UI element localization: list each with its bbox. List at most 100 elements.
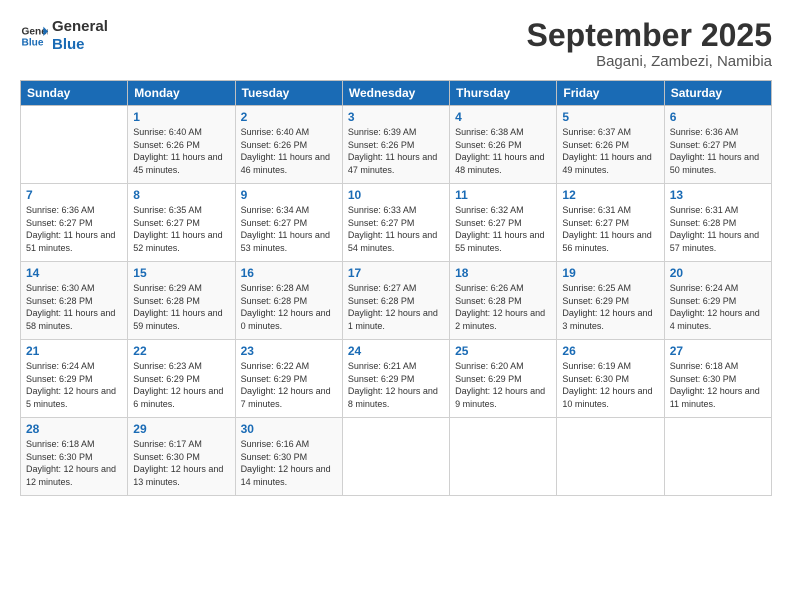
calendar-cell	[21, 106, 128, 184]
day-info: Sunrise: 6:38 AMSunset: 6:26 PMDaylight:…	[455, 126, 551, 176]
day-info: Sunrise: 6:26 AMSunset: 6:28 PMDaylight:…	[455, 282, 551, 332]
day-info: Sunrise: 6:33 AMSunset: 6:27 PMDaylight:…	[348, 204, 444, 254]
day-info: Sunrise: 6:31 AMSunset: 6:27 PMDaylight:…	[562, 204, 658, 254]
calendar-cell: 26 Sunrise: 6:19 AMSunset: 6:30 PMDayligh…	[557, 340, 664, 418]
day-info: Sunrise: 6:40 AMSunset: 6:26 PMDaylight:…	[133, 126, 229, 176]
day-info: Sunrise: 6:22 AMSunset: 6:29 PMDaylight:…	[241, 360, 337, 410]
calendar-cell: 13 Sunrise: 6:31 AMSunset: 6:28 PMDayligh…	[664, 184, 771, 262]
calendar-cell: 3 Sunrise: 6:39 AMSunset: 6:26 PMDaylight…	[342, 106, 449, 184]
day-info: Sunrise: 6:24 AMSunset: 6:29 PMDaylight:…	[670, 282, 766, 332]
day-number: 28	[26, 422, 122, 436]
day-number: 11	[455, 188, 551, 202]
weekday-header: Sunday	[21, 81, 128, 106]
logo-line1: General	[52, 18, 108, 36]
calendar-week-row: 1 Sunrise: 6:40 AMSunset: 6:26 PMDaylight…	[21, 106, 772, 184]
calendar-week-row: 7 Sunrise: 6:36 AMSunset: 6:27 PMDaylight…	[21, 184, 772, 262]
calendar-cell: 17 Sunrise: 6:27 AMSunset: 6:28 PMDayligh…	[342, 262, 449, 340]
calendar-week-row: 14 Sunrise: 6:30 AMSunset: 6:28 PMDayligh…	[21, 262, 772, 340]
calendar-cell: 20 Sunrise: 6:24 AMSunset: 6:29 PMDayligh…	[664, 262, 771, 340]
day-info: Sunrise: 6:39 AMSunset: 6:26 PMDaylight:…	[348, 126, 444, 176]
day-info: Sunrise: 6:30 AMSunset: 6:28 PMDaylight:…	[26, 282, 122, 332]
day-info: Sunrise: 6:31 AMSunset: 6:28 PMDaylight:…	[670, 204, 766, 254]
calendar-header-row: SundayMondayTuesdayWednesdayThursdayFrid…	[21, 81, 772, 106]
day-info: Sunrise: 6:23 AMSunset: 6:29 PMDaylight:…	[133, 360, 229, 410]
calendar-cell: 1 Sunrise: 6:40 AMSunset: 6:26 PMDaylight…	[128, 106, 235, 184]
calendar-cell: 11 Sunrise: 6:32 AMSunset: 6:27 PMDayligh…	[450, 184, 557, 262]
calendar-cell: 23 Sunrise: 6:22 AMSunset: 6:29 PMDayligh…	[235, 340, 342, 418]
day-number: 23	[241, 344, 337, 358]
calendar-cell: 19Sunrise: 6:25 AMSunset: 6:29 PMDayligh…	[557, 262, 664, 340]
location: Bagani, Zambezi, Namibia	[527, 53, 772, 70]
calendar-cell: 27 Sunrise: 6:18 AMSunset: 6:30 PMDayligh…	[664, 340, 771, 418]
day-info: Sunrise: 6:17 AMSunset: 6:30 PMDaylight:…	[133, 438, 229, 488]
day-number: 9	[241, 188, 337, 202]
day-number: 26	[562, 344, 658, 358]
day-info: Sunrise: 6:27 AMSunset: 6:28 PMDaylight:…	[348, 282, 444, 332]
day-info: Sunrise: 6:16 AMSunset: 6:30 PMDaylight:…	[241, 438, 337, 488]
calendar-cell	[557, 418, 664, 496]
day-info: Sunrise: 6:40 AMSunset: 6:26 PMDaylight:…	[241, 126, 337, 176]
calendar-cell: 6 Sunrise: 6:36 AMSunset: 6:27 PMDaylight…	[664, 106, 771, 184]
day-number: 5	[562, 110, 658, 124]
day-number: 1	[133, 110, 229, 124]
calendar-table: SundayMondayTuesdayWednesdayThursdayFrid…	[20, 80, 772, 496]
calendar-cell: 15Sunrise: 6:29 AMSunset: 6:28 PMDayligh…	[128, 262, 235, 340]
logo: General Blue General Blue	[20, 18, 108, 54]
day-number: 12	[562, 188, 658, 202]
day-number: 29	[133, 422, 229, 436]
weekday-header: Friday	[557, 81, 664, 106]
calendar-cell: 4 Sunrise: 6:38 AMSunset: 6:26 PMDaylight…	[450, 106, 557, 184]
calendar-cell	[664, 418, 771, 496]
day-info: Sunrise: 6:34 AMSunset: 6:27 PMDaylight:…	[241, 204, 337, 254]
day-info: Sunrise: 6:28 AMSunset: 6:28 PMDaylight:…	[241, 282, 337, 332]
weekday-header: Thursday	[450, 81, 557, 106]
day-number: 22	[133, 344, 229, 358]
day-info: Sunrise: 6:21 AMSunset: 6:29 PMDaylight:…	[348, 360, 444, 410]
day-info: Sunrise: 6:20 AMSunset: 6:29 PMDaylight:…	[455, 360, 551, 410]
weekday-header: Monday	[128, 81, 235, 106]
day-number: 21	[26, 344, 122, 358]
day-info: Sunrise: 6:25 AMSunset: 6:29 PMDaylight:…	[562, 282, 658, 332]
weekday-header: Tuesday	[235, 81, 342, 106]
day-number: 27	[670, 344, 766, 358]
day-info: Sunrise: 6:19 AMSunset: 6:30 PMDaylight:…	[562, 360, 658, 410]
calendar-cell: 14 Sunrise: 6:30 AMSunset: 6:28 PMDayligh…	[21, 262, 128, 340]
day-info: Sunrise: 6:32 AMSunset: 6:27 PMDaylight:…	[455, 204, 551, 254]
calendar-cell: 18 Sunrise: 6:26 AMSunset: 6:28 PMDayligh…	[450, 262, 557, 340]
weekday-header: Saturday	[664, 81, 771, 106]
header: General Blue General Blue September 2025…	[20, 18, 772, 70]
weekday-header: Wednesday	[342, 81, 449, 106]
day-number: 8	[133, 188, 229, 202]
day-number: 2	[241, 110, 337, 124]
day-info: Sunrise: 6:18 AMSunset: 6:30 PMDaylight:…	[26, 438, 122, 488]
day-number: 14	[26, 266, 122, 280]
day-number: 16	[241, 266, 337, 280]
calendar-week-row: 28 Sunrise: 6:18 AMSunset: 6:30 PMDayligh…	[21, 418, 772, 496]
day-number: 20	[670, 266, 766, 280]
calendar-cell: 8 Sunrise: 6:35 AMSunset: 6:27 PMDaylight…	[128, 184, 235, 262]
calendar-cell: 9 Sunrise: 6:34 AMSunset: 6:27 PMDaylight…	[235, 184, 342, 262]
day-number: 7	[26, 188, 122, 202]
day-info: Sunrise: 6:35 AMSunset: 6:27 PMDaylight:…	[133, 204, 229, 254]
calendar-cell	[342, 418, 449, 496]
day-number: 10	[348, 188, 444, 202]
day-number: 4	[455, 110, 551, 124]
day-number: 24	[348, 344, 444, 358]
day-number: 6	[670, 110, 766, 124]
calendar-cell: 5Sunrise: 6:37 AMSunset: 6:26 PMDaylight…	[557, 106, 664, 184]
calendar-cell: 2 Sunrise: 6:40 AMSunset: 6:26 PMDaylight…	[235, 106, 342, 184]
page: General Blue General Blue September 2025…	[0, 0, 792, 612]
svg-text:Blue: Blue	[22, 37, 44, 48]
calendar-cell: 28 Sunrise: 6:18 AMSunset: 6:30 PMDayligh…	[21, 418, 128, 496]
day-info: Sunrise: 6:18 AMSunset: 6:30 PMDaylight:…	[670, 360, 766, 410]
day-number: 17	[348, 266, 444, 280]
logo-line2: Blue	[52, 36, 108, 54]
day-info: Sunrise: 6:36 AMSunset: 6:27 PMDaylight:…	[670, 126, 766, 176]
calendar-cell: 29 Sunrise: 6:17 AMSunset: 6:30 PMDayligh…	[128, 418, 235, 496]
calendar-cell: 16 Sunrise: 6:28 AMSunset: 6:28 PMDayligh…	[235, 262, 342, 340]
day-number: 13	[670, 188, 766, 202]
day-number: 18	[455, 266, 551, 280]
calendar-cell	[450, 418, 557, 496]
day-number: 3	[348, 110, 444, 124]
day-info: Sunrise: 6:36 AMSunset: 6:27 PMDaylight:…	[26, 204, 122, 254]
